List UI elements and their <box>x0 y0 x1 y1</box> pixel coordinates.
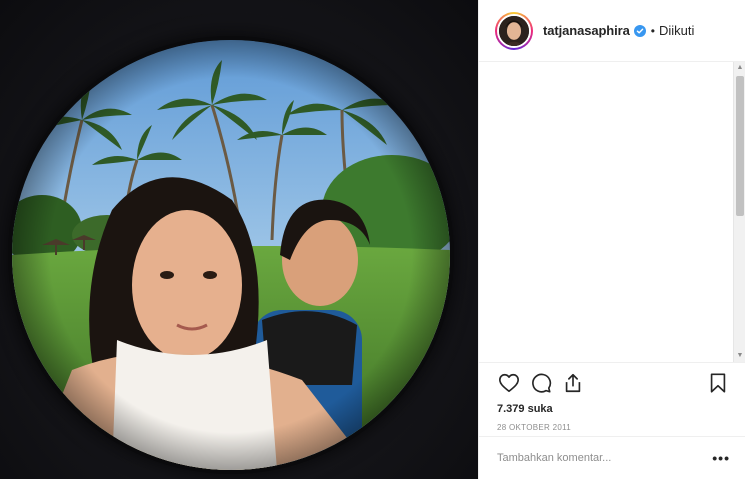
more-options-button[interactable]: ••• <box>712 450 730 466</box>
fisheye-photo <box>12 40 450 470</box>
like-button[interactable] <box>497 371 521 395</box>
post-photo[interactable] <box>0 0 478 479</box>
follow-status-button[interactable]: Diikuti <box>659 23 694 38</box>
comment-button[interactable] <box>529 371 553 395</box>
avatar[interactable] <box>497 13 531 48</box>
photo-scene <box>12 40 450 470</box>
avatar-image <box>499 15 529 46</box>
share-icon <box>565 373 581 393</box>
separator-dot: • <box>650 23 655 38</box>
post-actions: 7.379 suka 28 OKTOBER 2011 <box>479 362 745 436</box>
comments-area <box>479 62 745 362</box>
likes-count[interactable]: 7.379 suka <box>497 403 730 415</box>
bookmark-icon <box>710 373 726 393</box>
scroll-up-icon[interactable]: ▲ <box>734 62 745 74</box>
save-button[interactable] <box>706 371 730 395</box>
scroll-down-icon[interactable]: ▼ <box>734 350 745 362</box>
scroll-thumb[interactable] <box>736 76 744 216</box>
comments-scrollbar[interactable]: ▲ ▼ <box>733 62 745 362</box>
post-side-panel: tatjanasaphira • Diikuti ▲ ▼ 7.379 suka … <box>478 0 745 479</box>
share-button[interactable] <box>561 371 585 395</box>
heart-icon <box>499 373 519 393</box>
action-icons <box>497 371 730 395</box>
comment-icon <box>532 373 552 393</box>
story-ring[interactable] <box>495 11 533 50</box>
username-link[interactable]: tatjanasaphira <box>543 23 630 38</box>
comment-input[interactable] <box>497 452 713 464</box>
verified-badge-icon <box>633 24 646 37</box>
post-date: 28 OKTOBER 2011 <box>497 423 572 432</box>
add-comment-bar: ••• <box>479 436 745 479</box>
post-header: tatjanasaphira • Diikuti <box>479 0 745 62</box>
